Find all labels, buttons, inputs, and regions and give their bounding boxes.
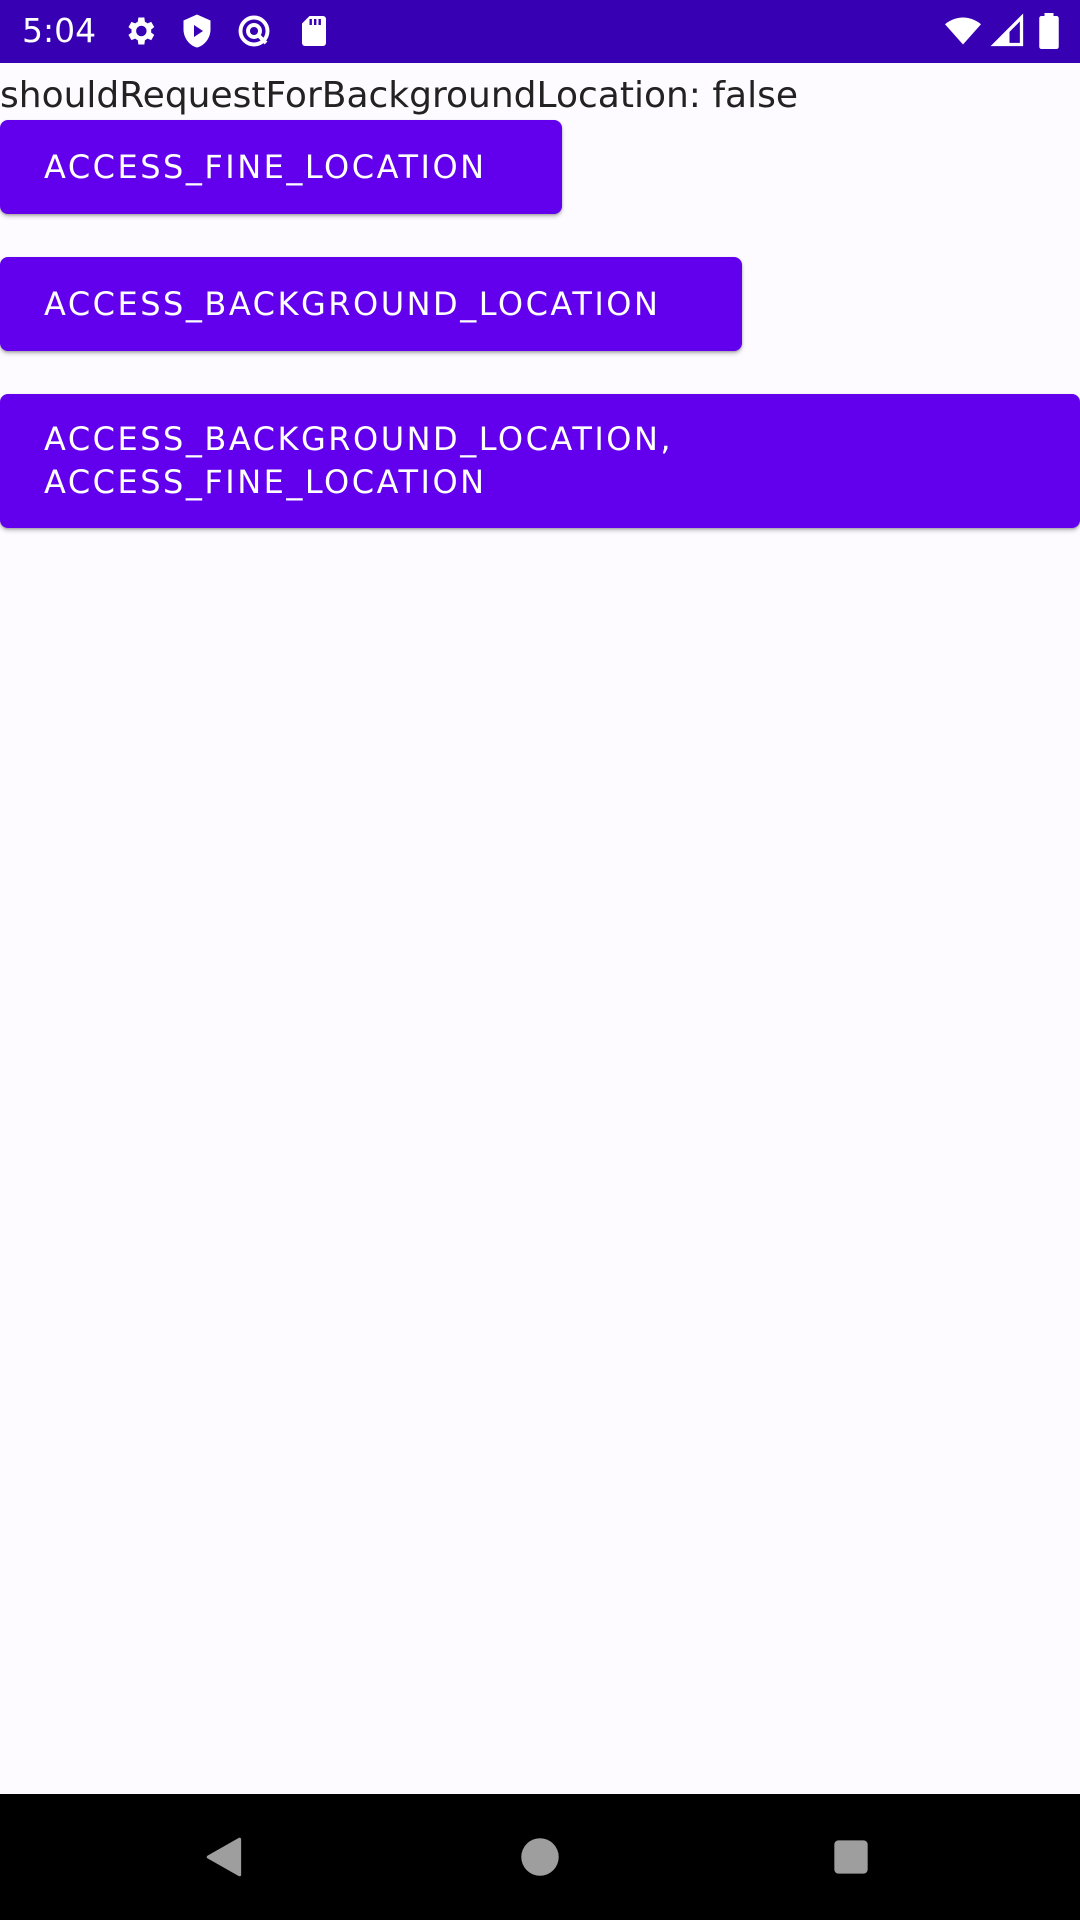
access-fine-location-button[interactable]: ACCESS_FINE_LOCATION xyxy=(0,120,562,214)
battery-icon xyxy=(1036,13,1062,49)
cellular-signal-icon xyxy=(990,13,1026,49)
home-icon[interactable] xyxy=(515,1832,565,1882)
wifi-icon xyxy=(943,13,983,49)
recents-icon[interactable] xyxy=(826,1832,876,1882)
button-label: ACCESS_FINE_LOCATION xyxy=(44,147,487,186)
back-icon[interactable] xyxy=(200,1832,250,1882)
navigation-bar xyxy=(0,1794,1080,1920)
background-location-status-text: shouldRequestForBackgroundLocation: fals… xyxy=(0,75,798,116)
access-background-location-button[interactable]: ACCESS_BACKGROUND_LOCATION xyxy=(0,257,742,351)
status-bar: 5:04 xyxy=(0,0,1080,63)
status-time: 5:04 xyxy=(22,11,97,50)
shield-play-icon xyxy=(179,13,215,49)
settings-icon xyxy=(122,13,158,49)
button-label: ACCESS_BACKGROUND_LOCATION xyxy=(44,284,661,323)
button-label: ACCESS_BACKGROUND_LOCATION, ACCESS_FINE_… xyxy=(44,420,674,501)
sd-card-icon xyxy=(296,13,332,49)
vpn-icon xyxy=(236,13,272,49)
access-background-and-fine-location-button[interactable]: ACCESS_BACKGROUND_LOCATION, ACCESS_FINE_… xyxy=(0,394,1080,528)
